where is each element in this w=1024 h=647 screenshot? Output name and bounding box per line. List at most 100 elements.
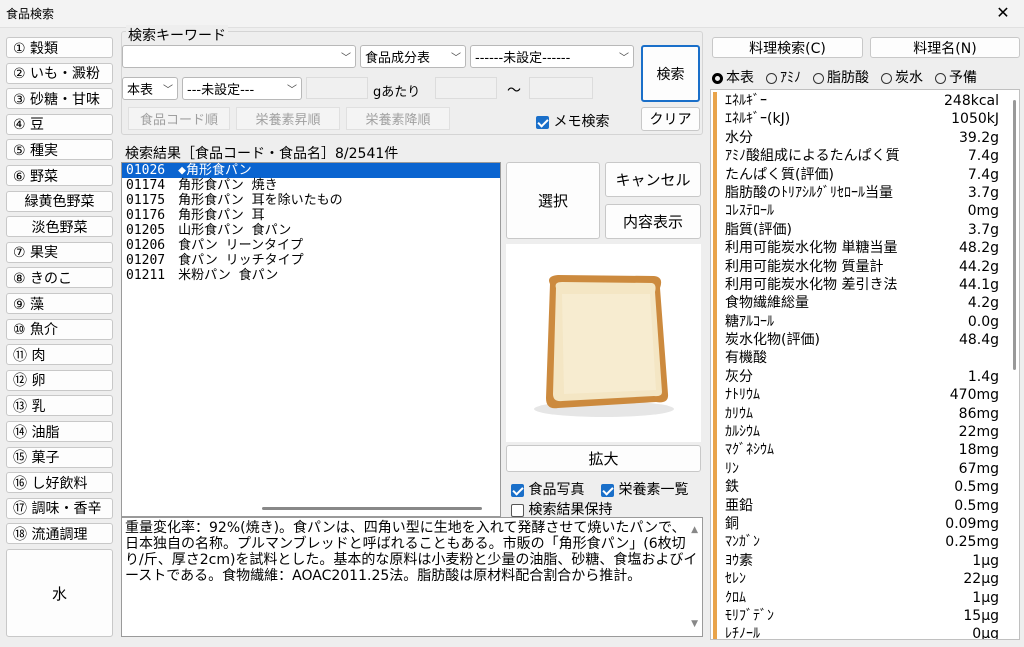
category-button[interactable]: ⑧ きのこ: [6, 267, 113, 289]
nutrient-name: ﾖｳ素: [725, 552, 753, 569]
nutrient-value: 4.2g: [967, 295, 999, 312]
window-title: 食品検索: [6, 7, 55, 21]
result-row[interactable]: 01175 角形食パン 耳を除いたもの: [122, 193, 500, 208]
category-button[interactable]: ⑩ 魚介: [6, 318, 113, 340]
result-row[interactable]: 01174 角形食パン 焼き: [122, 178, 500, 193]
result-row[interactable]: 01211 米粉パン 食パン: [122, 268, 500, 283]
select-button[interactable]: 選択: [506, 162, 600, 239]
scroll-down-icon[interactable]: ▼: [691, 616, 698, 632]
result-row[interactable]: 01176 角形食パン 耳: [122, 208, 500, 223]
result-row[interactable]: 01026 ◆角形食パン: [122, 163, 500, 178]
chevron-down-icon: ﹀: [163, 84, 173, 96]
search-button[interactable]: 検索: [641, 45, 700, 102]
nutrient-row: ﾚﾁﾉｰﾙ 0μg: [713, 625, 1019, 640]
sort-asc-button[interactable]: 栄養素昇順: [236, 107, 340, 130]
dish-name-button[interactable]: 料理名(N): [870, 37, 1020, 58]
nutrient-value: 1.4g: [967, 368, 999, 385]
nutrient-name: 鉄: [725, 479, 739, 496]
nutrient-row: ﾘﾝ 67mg: [713, 459, 1019, 479]
clear-button[interactable]: クリア: [641, 107, 700, 131]
tab-radio[interactable]: ｱﾐﾉ: [766, 67, 801, 87]
nutrient-value: 0.5mg: [954, 479, 999, 496]
nutrient-select-2[interactable]: ---未設定--- ﹀: [182, 77, 302, 100]
category-button[interactable]: ③ 砂糖・甘味: [6, 88, 113, 110]
tab-label: 炭水: [895, 70, 923, 86]
amount-input[interactable]: [306, 77, 368, 99]
nutrient-value: 48.2g: [958, 240, 999, 257]
category-button[interactable]: ⑨ 藻: [6, 293, 113, 314]
nutrient-value: 44.1g: [958, 276, 999, 293]
horizontal-scrollbar[interactable]: [262, 507, 482, 510]
table-select[interactable]: 本表 ﹀: [122, 77, 178, 100]
category-button[interactable]: ⑤ 種実: [6, 139, 113, 161]
nutrient-row: 銅 0.09mg: [713, 514, 1019, 534]
nutrient-table: ｴﾈﾙｷﾞｰ 248kcal ｴﾈﾙｷﾞｰ(kJ) 1050kJ 水分 39.2g ｱﾐﾉ酸…: [710, 89, 1020, 640]
close-icon[interactable]: ✕: [988, 2, 1018, 24]
zoom-button[interactable]: 拡大: [506, 445, 701, 472]
category-button[interactable]: ⑮ 菓子: [6, 446, 113, 468]
dish-search-button[interactable]: 料理検索(C): [712, 37, 863, 58]
category-button[interactable]: ④ 豆: [6, 113, 113, 135]
nutrient-name: 脂質(評価): [725, 221, 792, 238]
show-content-button[interactable]: 内容表示: [605, 204, 701, 239]
checkbox-checked-icon: [511, 483, 524, 497]
keyword-input[interactable]: ﹀: [122, 45, 356, 68]
tab-radio[interactable]: 炭水: [881, 67, 923, 87]
category-button[interactable]: ⑯ し好飲料: [6, 472, 113, 494]
nutrient-name: 灰分: [725, 368, 753, 385]
nutrient-list-checkbox[interactable]: 栄養素一覧: [601, 479, 688, 499]
nutrient-row: 灰分 1.4g: [713, 367, 1019, 387]
nutrient-name: 利用可能炭水化物 差引き法: [725, 276, 898, 293]
nutrient-name: ﾚﾁﾉｰﾙ: [725, 626, 760, 640]
category-button[interactable]: ⑫ 卵: [6, 369, 113, 391]
nutrient-name: 銅: [725, 515, 739, 532]
results-list[interactable]: 01026 ◆角形食パン 01174 角形食パン 焼き 01175 角形食パン 耳を…: [121, 162, 501, 517]
category-button[interactable]: ⑥ 野菜: [6, 165, 113, 186]
sort-code-button[interactable]: 食品コード順: [128, 107, 230, 130]
nutrient-name: 利用可能炭水化物 単糖当量: [725, 240, 898, 257]
nutrient-row: ｶﾙｼｳﾑ 22mg: [713, 423, 1019, 442]
category-button[interactable]: ⑭ 油脂: [6, 421, 113, 442]
nutrient-name: 有機酸: [725, 350, 767, 367]
category-button[interactable]: ② いも・澱粉: [6, 62, 113, 84]
nutrient-value: 1050kJ: [951, 111, 999, 128]
nutrient-select-1[interactable]: ------未設定------ ﹀: [470, 45, 634, 68]
tab-radio[interactable]: 本表: [712, 67, 754, 87]
nutrient-name: ﾘﾝ: [725, 460, 739, 477]
radio-icon: [935, 72, 946, 84]
category-button[interactable]: ⑦ 果実: [6, 241, 113, 263]
water-button[interactable]: 水: [6, 549, 113, 637]
nutrient-row: ﾓﾘﾌﾞﾃﾞﾝ 15μg: [713, 606, 1019, 626]
category-button[interactable]: ① 穀類: [6, 37, 113, 58]
keep-results-checkbox[interactable]: 検索結果保持: [511, 499, 612, 519]
radio-icon: [766, 72, 777, 84]
nutrient-name: 亜鉛: [725, 497, 753, 514]
tab-radio[interactable]: 予備: [935, 67, 977, 87]
category-button[interactable]: 緑黄色野菜: [6, 190, 113, 212]
nutrient-name: 炭水化物(評価): [725, 332, 820, 349]
category-button[interactable]: ⑰ 調味・香辛: [6, 497, 113, 519]
range-max-input[interactable]: [529, 77, 593, 99]
nutrient-value: 0.09mg: [945, 515, 999, 532]
radio-icon: [712, 72, 723, 84]
food-photo-checkbox[interactable]: 食品写真: [511, 479, 584, 499]
category-button[interactable]: ⑪ 肉: [6, 344, 113, 366]
range-min-input[interactable]: [435, 77, 497, 99]
result-row[interactable]: 01206 食パン リーンタイプ: [122, 238, 500, 253]
vertical-scrollbar[interactable]: [1013, 100, 1016, 370]
result-row[interactable]: 01207 食パン リッチタイプ: [122, 253, 500, 268]
category-button[interactable]: ⑬ 乳: [6, 395, 113, 417]
nutrient-value: 48.4g: [958, 332, 999, 349]
nutrient-value: 0.5mg: [954, 497, 999, 514]
sort-desc-button[interactable]: 栄養素降順: [346, 107, 450, 130]
category-button[interactable]: 淡色野菜: [6, 216, 113, 238]
component-select[interactable]: 食品成分表 ﹀: [360, 45, 466, 68]
scroll-up-icon[interactable]: ▲: [691, 522, 698, 538]
cancel-button[interactable]: キャンセル: [605, 162, 701, 197]
nutrient-name: ｺﾚｽﾃﾛｰﾙ: [725, 203, 774, 220]
chevron-down-icon: ﹀: [619, 52, 629, 64]
tab-radio[interactable]: 脂肪酸: [813, 67, 869, 87]
result-row[interactable]: 01205 山形食パン 食パン: [122, 223, 500, 238]
memo-search-checkbox[interactable]: メモ検索: [536, 111, 609, 131]
category-button[interactable]: ⑱ 流通調理: [6, 523, 113, 545]
